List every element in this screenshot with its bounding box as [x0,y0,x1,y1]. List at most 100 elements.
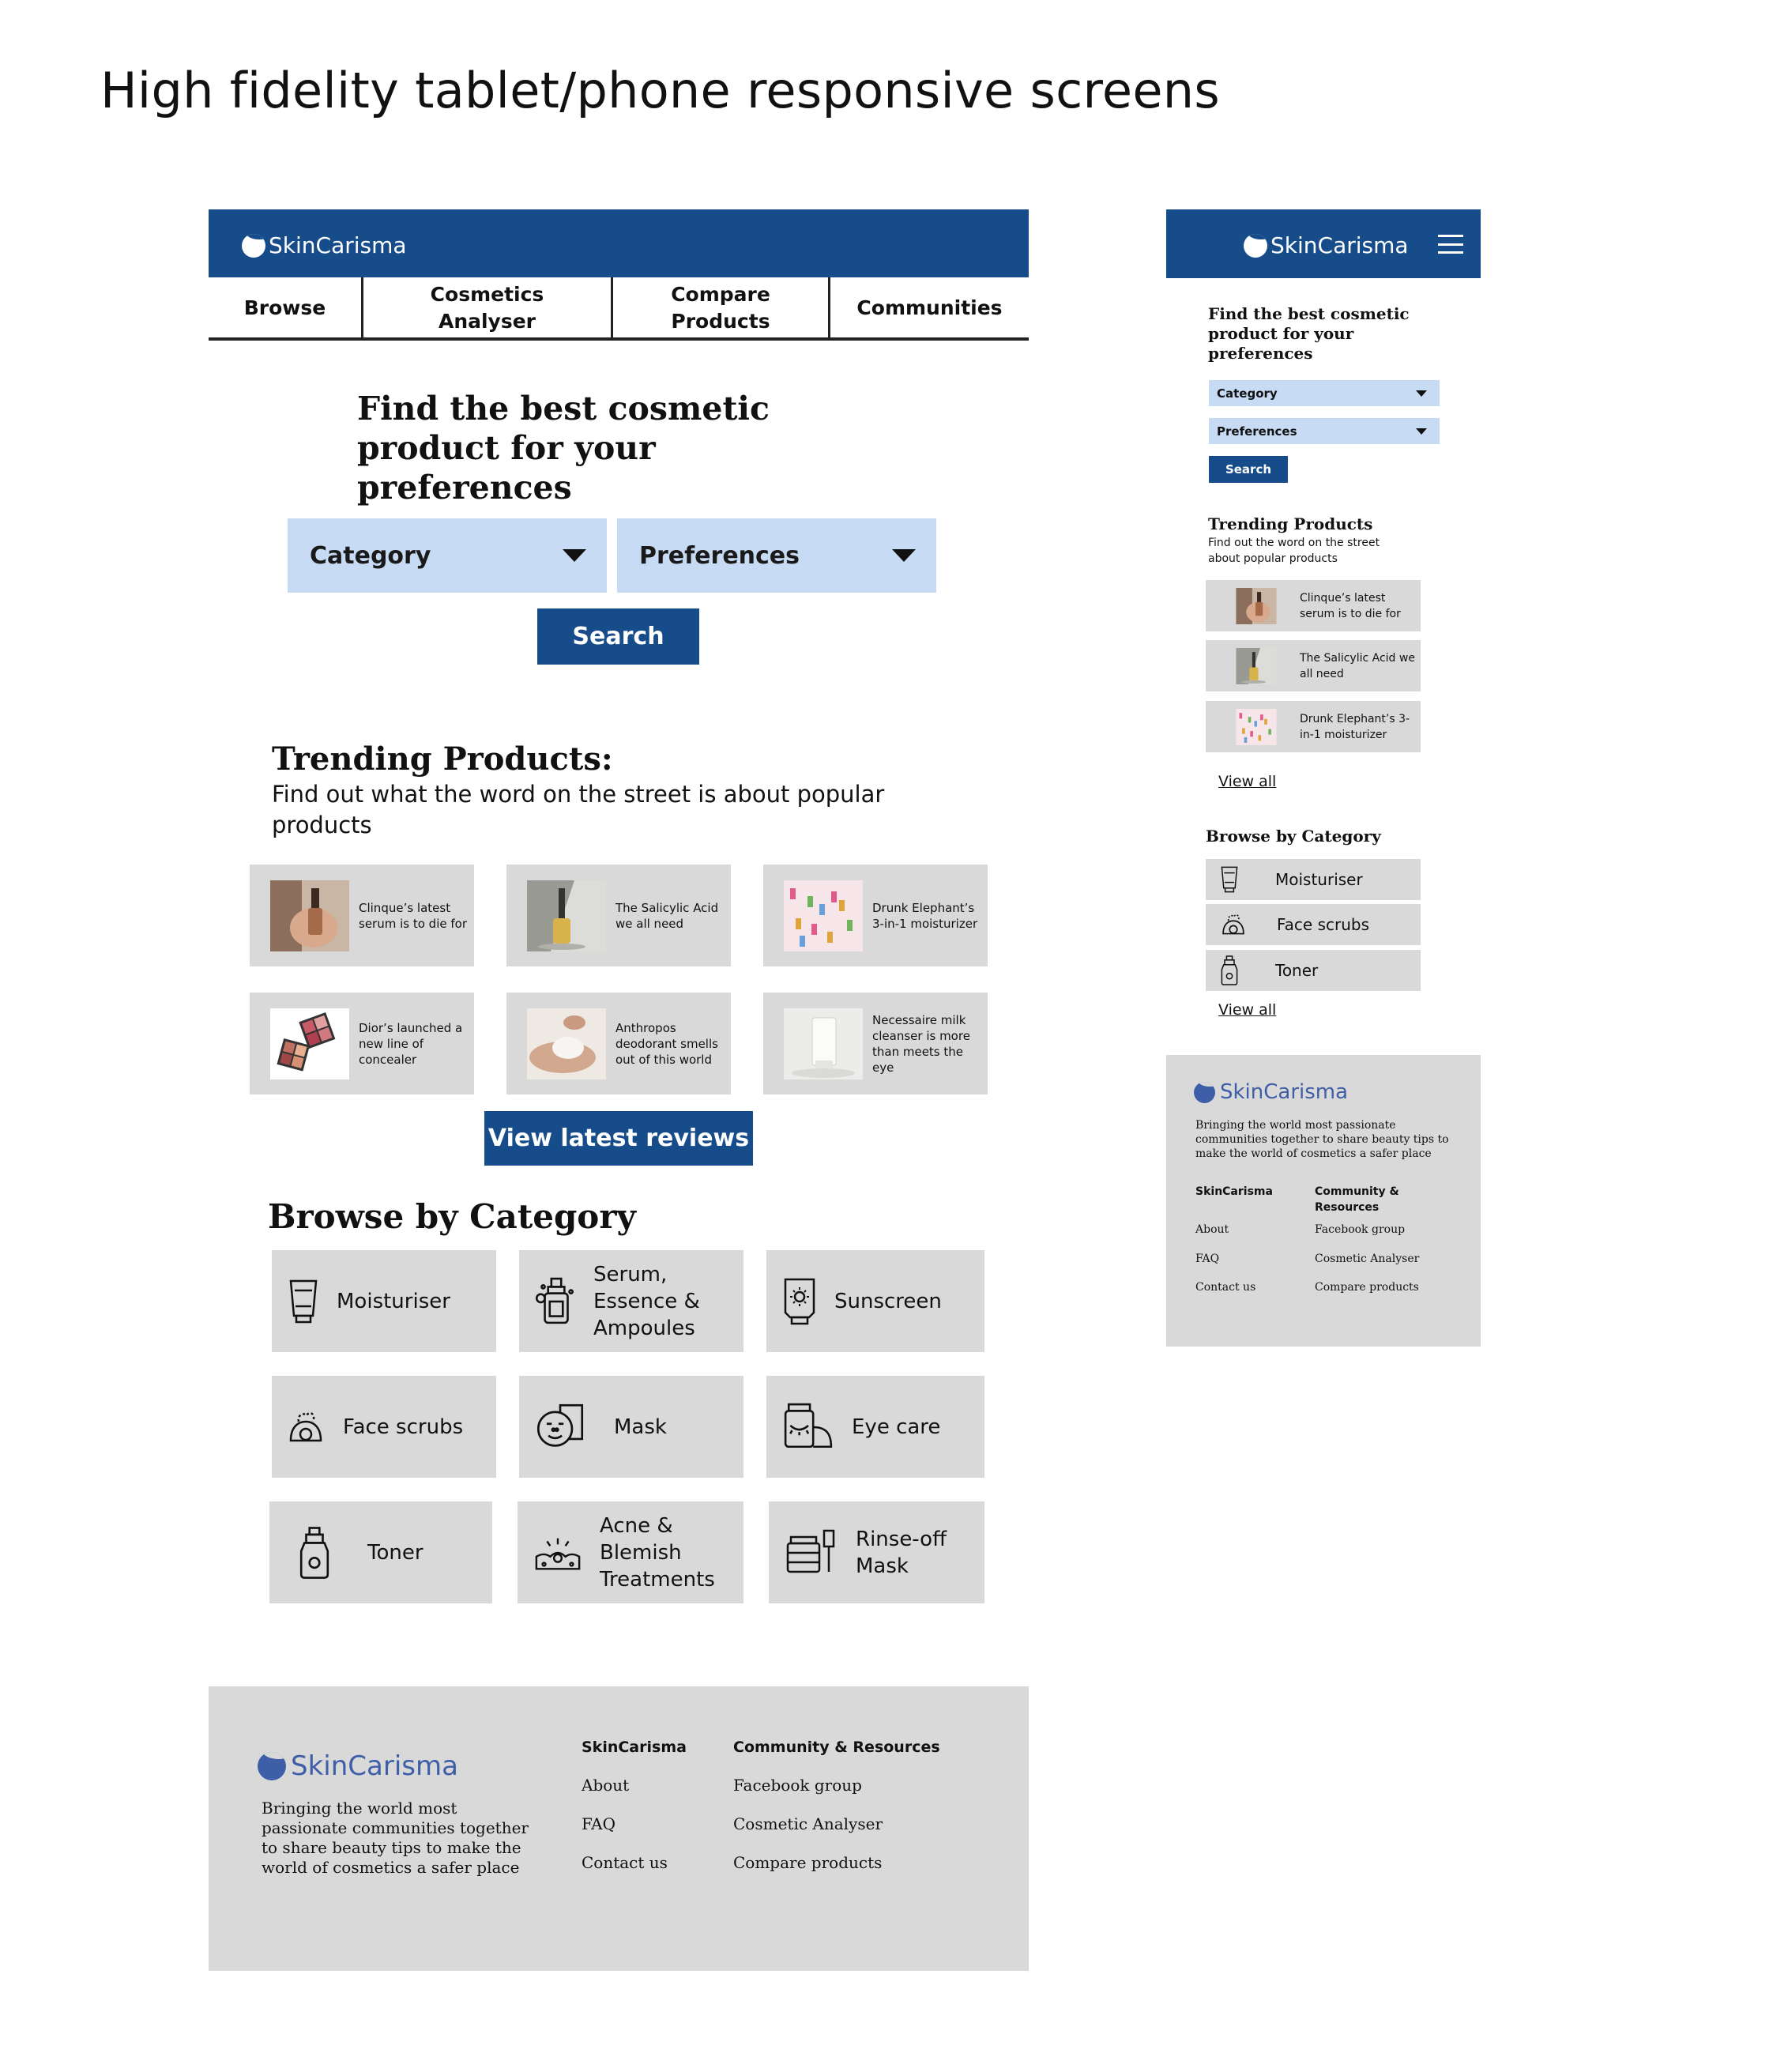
toner-bottle-icon [298,1526,331,1580]
tab-browse[interactable]: Browse [209,277,363,339]
category-card-mask[interactable]: Mask [519,1376,743,1478]
preferences-select-label: Preferences [639,541,800,570]
category-card-moisturiser[interactable]: Moisturiser [272,1250,496,1352]
category-label: Eye care [852,1415,941,1439]
tab-compare-products[interactable]: Compare Products [613,277,830,339]
category-label: Moisturiser [1275,870,1363,889]
category-card-serum[interactable]: Serum, Essence & Ampoules [519,1250,743,1352]
chevron-down-icon [563,549,586,562]
trending-card[interactable]: Clinque’s latest serum is to die for [250,865,474,966]
tab-cosmetics-analyser[interactable]: Cosmetics Analyser [363,277,613,339]
moisturiser-tube-icon [288,1277,319,1326]
brand-name: SkinCarisma [269,232,407,258]
footer-logo[interactable]: SkinCarisma [1194,1080,1348,1104]
category-card-face-scrubs[interactable]: Face scrubs [272,1376,496,1478]
trending-card[interactable]: The Salicylic Acid we all need [1206,640,1421,691]
phone-browse-title: Browse by Category [1206,827,1381,846]
toner-bottle-icon [1220,955,1239,986]
logo-mark-icon [1244,233,1267,258]
category-select[interactable]: Category [1209,380,1440,406]
chevron-down-icon [892,549,916,562]
view-latest-reviews-button[interactable]: View latest reviews [484,1111,753,1166]
trending-card[interactable]: Clinque’s latest serum is to die for [1206,580,1421,631]
chevron-down-icon [1416,390,1427,397]
rinse-off-mask-icon [785,1528,838,1577]
category-select-label: Category [310,541,431,570]
footer-col-title: SkinCarisma [582,1739,687,1756]
product-image [782,880,864,951]
product-image [1227,588,1286,624]
preferences-select-label: Preferences [1217,424,1297,439]
footer-link-compare-products[interactable]: Compare products [733,1853,882,1872]
view-all-categories-link[interactable]: View all [1218,1001,1276,1019]
trending-card[interactable]: Dior’s launched a new line of concealer [250,993,474,1094]
page-heading: High fidelity tablet/phone responsive sc… [100,62,1221,119]
hamburger-menu-icon[interactable] [1438,235,1463,254]
eye-care-jar-icon [782,1403,834,1452]
category-card-toner[interactable]: Toner [269,1501,492,1603]
preferences-select[interactable]: Preferences [617,518,936,593]
category-label: Acne & Blemish Treatments [600,1513,715,1592]
footer-link-about[interactable]: About [1195,1223,1229,1236]
preferences-select[interactable]: Preferences [1209,418,1440,444]
product-image [1227,648,1286,684]
tab-communities[interactable]: Communities [830,277,1029,339]
product-image [269,1008,351,1079]
trending-card[interactable]: Necessaire milk cleanser is more than me… [763,993,988,1094]
phone-hero-title: Find the best cosmetic product for your … [1208,304,1410,363]
trending-card[interactable]: Drunk Elephant’s 3-in-1 moisturizer [763,865,988,966]
footer-link-faq[interactable]: FAQ [582,1814,615,1833]
trending-card[interactable]: Anthropos deodorant smells out of this w… [506,993,731,1094]
chevron-down-icon [1416,428,1427,435]
footer-col-title: Community & Resources [1315,1185,1399,1214]
sunscreen-icon [782,1275,817,1328]
trending-card-text: Drunk Elephant’s 3-in-1 moisturizer [872,900,978,931]
category-card-sunscreen[interactable]: Sunscreen [766,1250,984,1352]
category-select[interactable]: Category [288,518,607,593]
acne-treatment-icon [533,1533,582,1573]
search-button[interactable]: Search [537,608,699,665]
serum-bottle-icon [535,1277,576,1326]
footer-link-cosmetic-analyser[interactable]: Cosmetic Analyser [733,1814,883,1833]
trending-card-text: Dior’s launched a new line of concealer [359,1020,463,1067]
category-card-toner[interactable]: Toner [1206,950,1421,991]
category-label: Mask [614,1415,667,1439]
phone-logo[interactable]: SkinCarisma [1244,232,1409,258]
category-card-moisturiser[interactable]: Moisturiser [1206,859,1421,900]
footer-link-compare-products[interactable]: Compare products [1315,1281,1419,1294]
footer-logo[interactable]: SkinCarisma [258,1750,458,1782]
search-button[interactable]: Search [1209,456,1288,483]
tablet-logo[interactable]: SkinCarisma [242,232,407,258]
footer-link-cosmetic-analyser[interactable]: Cosmetic Analyser [1315,1253,1419,1265]
logo-mark-icon [1194,1081,1215,1103]
category-card-eye-care[interactable]: Eye care [766,1376,984,1478]
footer-tagline: Bringing the world most passionate commu… [1195,1119,1449,1160]
category-card-rinse-off-mask[interactable]: Rinse-off Mask [769,1501,984,1603]
category-select-label: Category [1217,386,1278,401]
category-label: Sunscreen [834,1289,942,1313]
phone-trending-subtitle: Find out the word on the street about po… [1208,537,1380,565]
face-scrub-icon [1220,911,1247,938]
footer-link-facebook-group[interactable]: Facebook group [1315,1223,1405,1236]
footer-link-contact[interactable]: Contact us [582,1853,668,1872]
category-label: Toner [367,1540,423,1565]
category-card-face-scrubs[interactable]: Face scrubs [1206,904,1421,945]
tablet-nav: Browse Cosmetics Analyser Compare Produc… [209,277,1029,341]
brand-name: SkinCarisma [291,1750,458,1782]
footer-link-faq[interactable]: FAQ [1195,1253,1219,1265]
footer-link-facebook-group[interactable]: Facebook group [733,1776,862,1795]
product-image [782,1008,864,1079]
face-scrub-icon [286,1407,326,1447]
footer-link-contact[interactable]: Contact us [1195,1281,1255,1294]
category-card-acne[interactable]: Acne & Blemish Treatments [518,1501,743,1603]
trending-card[interactable]: The Salicylic Acid we all need [506,865,731,966]
product-image [525,1008,608,1079]
trending-card-text: Clinque’s latest serum is to die for [359,900,467,931]
tablet-browse-title: Browse by Category [268,1197,636,1236]
trending-card[interactable]: Drunk Elephant’s 3-in-1 moisturizer [1206,701,1421,752]
view-all-trending-link[interactable]: View all [1218,773,1276,790]
footer-link-about[interactable]: About [582,1776,629,1795]
brand-name: SkinCarisma [1220,1080,1349,1104]
logo-mark-icon [242,233,265,258]
trending-card-text: Clinque’s latest serum is to die for [1300,591,1401,620]
